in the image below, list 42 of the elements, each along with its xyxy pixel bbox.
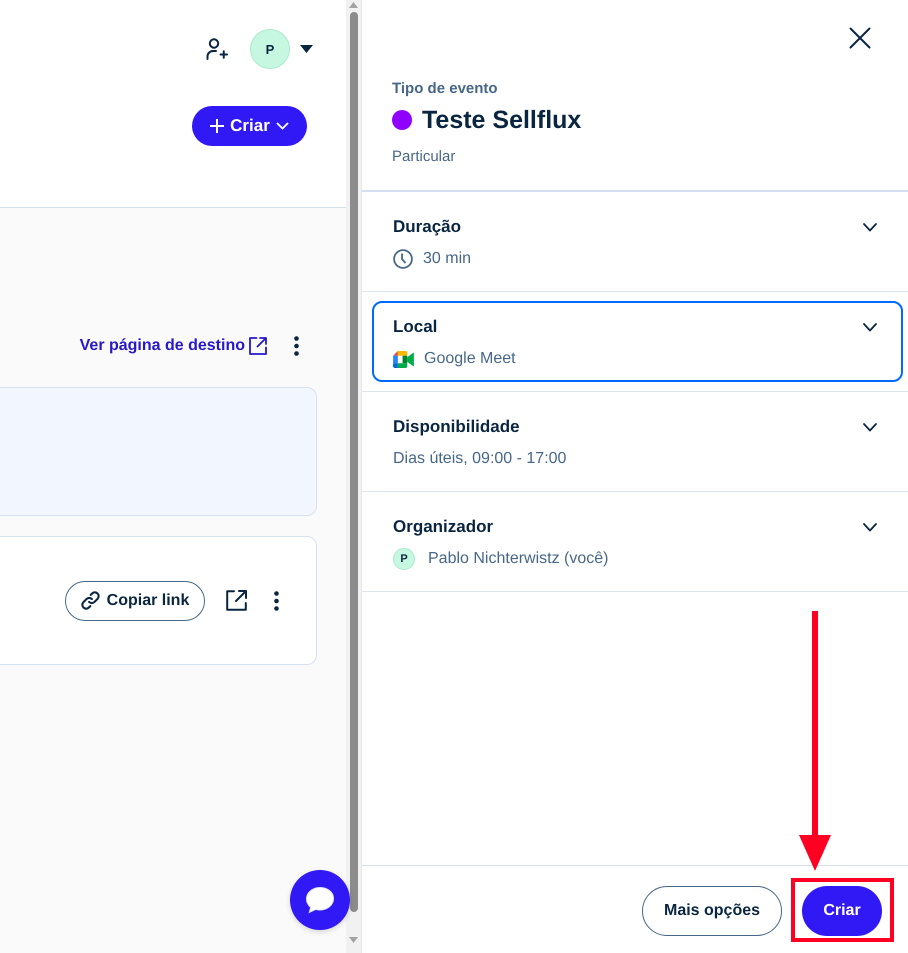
content-card[interactable]: Copiar link bbox=[0, 536, 317, 665]
section-title: Local bbox=[393, 316, 438, 338]
speech-bubble-icon bbox=[305, 886, 335, 914]
more-options-button[interactable]: Mais opções bbox=[642, 886, 782, 936]
scrollbar-track[interactable] bbox=[346, 0, 361, 953]
section-value: Google Meet bbox=[424, 350, 516, 368]
section-value: Pablo Nichterwistz (você) bbox=[428, 550, 608, 568]
landing-page-link[interactable]: Ver página de destino bbox=[80, 337, 245, 355]
setting-section[interactable]: Duração 30 min bbox=[372, 201, 903, 282]
create-button[interactable]: Criar bbox=[192, 106, 307, 146]
chevron-icon[interactable] bbox=[863, 222, 877, 232]
caret-icon[interactable] bbox=[300, 45, 313, 53]
setting-section[interactable]: Disponibilidade Dias úteis, 09:00 - 17:00 bbox=[372, 401, 903, 482]
more-options-icon[interactable] bbox=[294, 336, 299, 356]
copy-link-button[interactable]: Copiar link bbox=[65, 580, 205, 620]
section-value: Dias úteis, 09:00 - 17:00 bbox=[393, 450, 566, 468]
external-link-icon[interactable] bbox=[226, 590, 247, 611]
video-camera-icon bbox=[393, 350, 414, 368]
section-value: 30 min bbox=[423, 250, 472, 268]
chevron-icon[interactable] bbox=[863, 422, 877, 432]
event-title: Teste Sellflux bbox=[422, 106, 582, 134]
more-options-icon[interactable] bbox=[274, 590, 279, 610]
plus-icon bbox=[210, 119, 224, 133]
section-title: Organizador bbox=[393, 516, 494, 538]
section-title: Disponibilidade bbox=[393, 416, 520, 438]
section-title: Duração bbox=[393, 216, 462, 238]
chevron-down-icon bbox=[276, 122, 289, 130]
event-type-label: Tipo de evento bbox=[392, 80, 499, 98]
link-icon bbox=[80, 591, 100, 610]
setting-section[interactable]: Local Google Meet bbox=[372, 301, 903, 382]
add-person-icon[interactable] bbox=[206, 38, 228, 60]
event-subtitle: Particular bbox=[392, 147, 456, 167]
clock-icon bbox=[393, 249, 413, 269]
setting-section[interactable]: Organizador P Pablo Nichterwistz (você) bbox=[372, 501, 903, 582]
user-avatar[interactable]: P bbox=[250, 29, 290, 69]
scrollbar-thumb[interactable] bbox=[350, 12, 358, 912]
chevron-icon[interactable] bbox=[863, 522, 877, 532]
organizer-avatar: P bbox=[393, 548, 415, 570]
close-icon[interactable] bbox=[849, 27, 871, 49]
chevron-icon[interactable] bbox=[863, 322, 877, 332]
external-link-icon[interactable] bbox=[249, 337, 267, 355]
create-button[interactable]: Criar bbox=[802, 886, 882, 936]
